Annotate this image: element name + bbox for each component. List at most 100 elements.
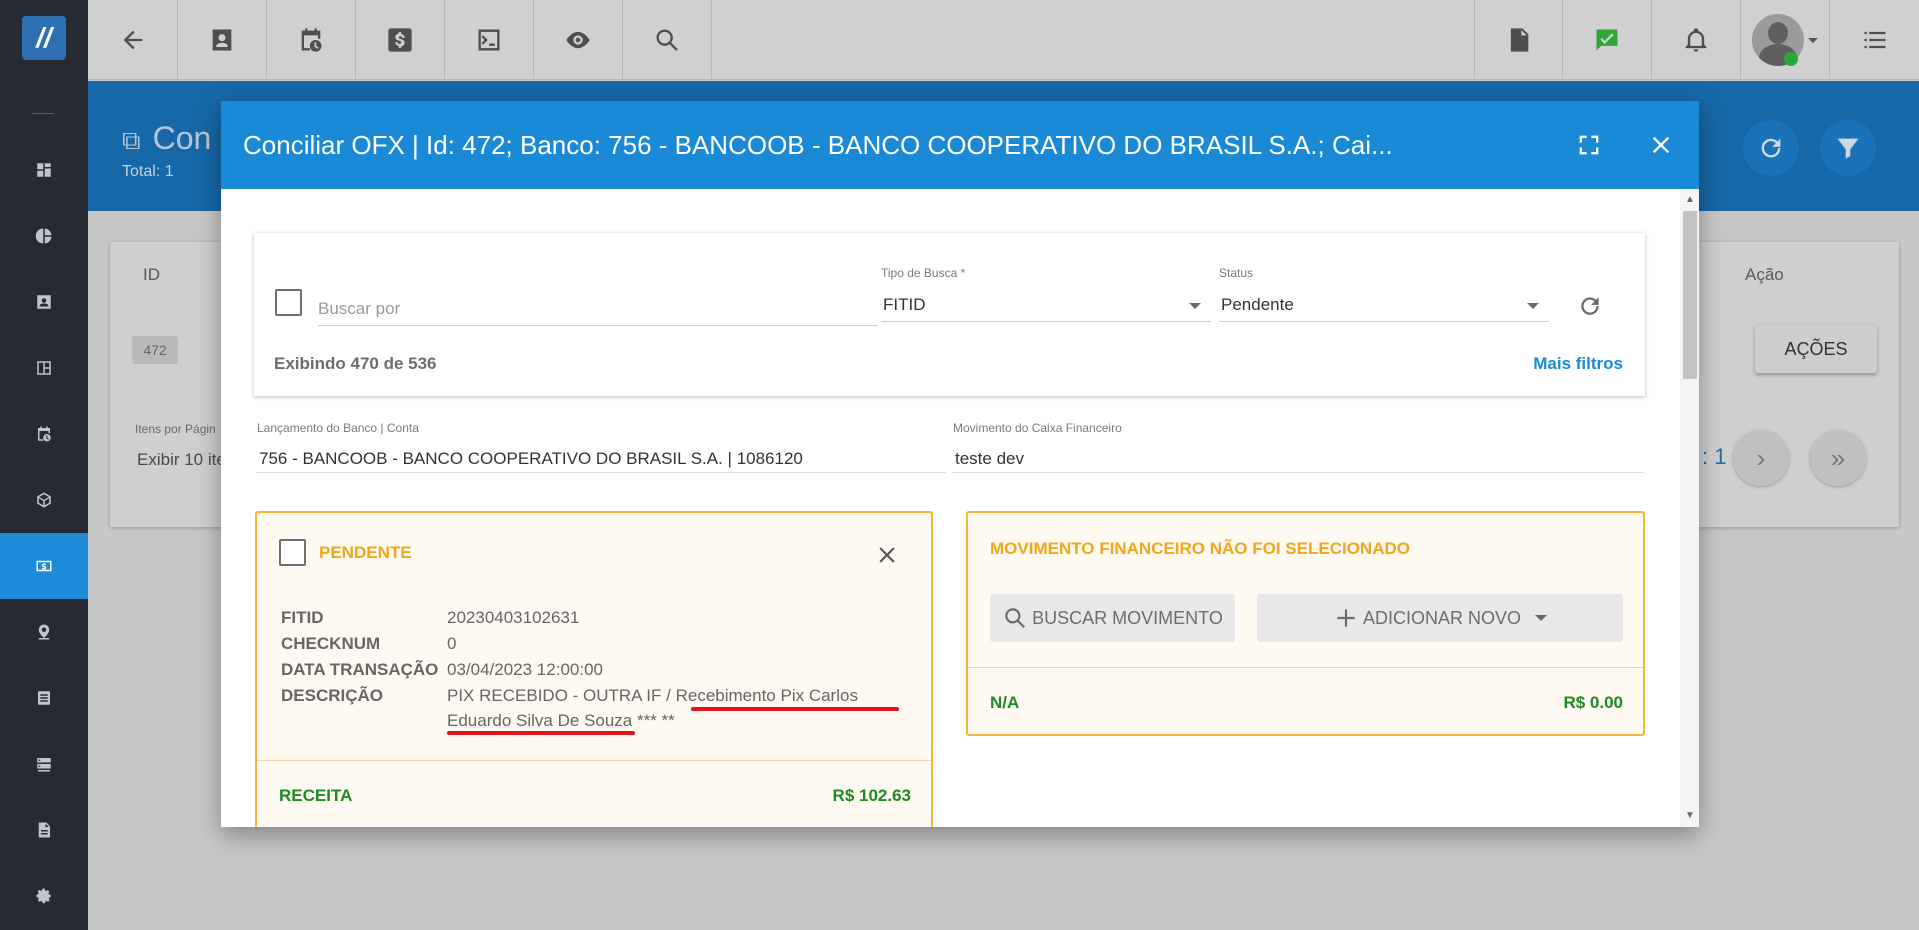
menu-list-icon [1864,31,1885,49]
transaction-type: RECEITA [279,786,353,805]
divider [968,667,1643,668]
sidebar-item-lists[interactable] [0,665,88,731]
sidebar-item-dashboard[interactable] [0,137,88,203]
sidebar-item-contacts[interactable] [0,269,88,335]
bell-button[interactable] [1652,0,1741,80]
adicionar-novo-button[interactable]: ADICIONAR NOVO [1257,594,1623,642]
schedule-button[interactable] [267,0,356,80]
sidebar-divider [32,113,54,114]
sidebar-item-schedule[interactable] [0,401,88,467]
more-filters-link[interactable]: Mais filtros [1533,354,1623,374]
transaction-checkbox[interactable] [279,539,306,566]
financial-button[interactable] [356,0,445,80]
last-page-button[interactable]: » [1810,430,1866,486]
close-icon [879,547,895,563]
terminal-button[interactable] [445,0,534,80]
status-label: Status [1219,266,1254,280]
view-button[interactable] [534,0,623,80]
plus-icon [1337,609,1355,627]
table-header-id: ID [143,265,160,284]
package-icon [37,492,51,508]
gear-icon [36,888,51,904]
sidebar-item-locations[interactable] [0,599,88,665]
fitid-value: 20230403102631 [447,608,580,627]
contact-icon [212,29,232,51]
search-icon [1005,608,1026,628]
refresh-icon [1761,138,1781,158]
sidebar-item-servers[interactable] [0,731,88,797]
app-logo[interactable]: // [22,16,66,60]
money-icon [36,560,52,572]
user-menu[interactable] [1741,0,1830,80]
notifications-check-button[interactable] [1563,0,1652,80]
pie-chart-icon [35,228,52,244]
calendar-clock-icon [38,426,51,442]
search-button[interactable] [623,0,712,80]
movement-card: MOVIMENTO FINANCEIRO NÃO FOI SELECIONADO… [966,511,1645,736]
fullscreen-icon [1579,135,1599,155]
movimento-caixa-label: Movimento do Caixa Financeiro [953,421,1122,435]
modal-title: Conciliar OFX | Id: 472; Banco: 756 - BA… [243,130,1393,160]
dollar-icon [388,28,412,52]
contacts-button[interactable] [178,0,267,80]
result-count: Exibindo 470 de 536 [274,354,437,373]
search-input[interactable] [318,293,878,326]
double-chevron-right-icon: » [1830,442,1846,473]
descricao-label: DESCRIÇÃO [281,686,384,705]
sidebar-item-reports[interactable] [0,203,88,269]
pdf-icon [1510,28,1528,52]
contact-card-icon [37,295,51,309]
transaction-close-button[interactable] [869,537,905,573]
eye-icon [566,31,590,49]
refresh-page-button[interactable] [1743,120,1799,176]
items-per-page-select[interactable]: Exibir 10 ite [137,450,226,470]
filter-button[interactable] [1820,120,1876,176]
modal-scrollbar-thumb[interactable] [1683,211,1697,379]
refresh-filter-button[interactable] [1572,288,1608,324]
back-button[interactable] [88,0,178,80]
fullscreen-button[interactable] [1569,125,1609,165]
board-icon [37,361,51,375]
tipo-busca-select[interactable]: FITID [881,289,1211,322]
movement-status-title: MOVIMENTO FINANCEIRO NÃO FOI SELECIONADO [990,539,1410,558]
next-page-button[interactable]: › [1733,430,1789,486]
sidebar-item-board[interactable] [0,335,88,401]
reconcile-icon: ⧉ [122,125,141,155]
online-status-dot [1784,52,1798,66]
sidebar-item-products[interactable] [0,467,88,533]
chevron-right-icon: › [1756,442,1766,473]
movimento-caixa-field: teste dev [952,441,1644,473]
bell-icon [1685,28,1707,52]
document-list-icon [38,691,50,705]
server-icon [37,758,51,772]
modal-close-button[interactable] [1641,125,1681,165]
chevron-down-icon [1808,37,1818,43]
scroll-up-arrow-icon[interactable]: ▲ [1684,195,1696,205]
filter-card: Tipo de Busca * FITID Status Pendente Ex… [254,233,1645,396]
items-per-page-label: Itens por Págin [135,422,216,436]
fitid-label: FITID [281,608,324,627]
acoes-button[interactable]: AÇÕES [1755,325,1877,373]
sidebar-item-settings[interactable] [0,863,88,929]
scroll-down-arrow-icon[interactable]: ▼ [1684,811,1696,821]
page-total: Total: 1 [122,163,174,180]
menu-button[interactable] [1830,0,1919,80]
select-all-checkbox[interactable] [275,289,302,316]
transaction-amount: R$ 102.63 [832,786,911,805]
dashboard-icon [37,163,51,177]
top-toolbar [88,0,1919,80]
movement-na: N/A [990,693,1020,712]
dropdown-caret-icon [1189,303,1201,309]
buscar-movimento-button[interactable]: BUSCAR MOVIMENTO [990,594,1235,642]
terminal-icon [478,29,500,51]
data-transacao-label: DATA TRANSAÇÃO [281,660,439,679]
pdf-button[interactable] [1474,0,1563,80]
annotation-underline [691,707,899,711]
row-id-chip: 472 [132,336,178,364]
data-transacao-value: 03/04/2023 12:00:00 [447,660,603,679]
status-select[interactable]: Pendente [1219,289,1549,322]
tipo-busca-label: Tipo de Busca * [881,266,966,280]
status-value: Pendente [1221,295,1294,314]
sidebar-item-financial[interactable] [0,533,88,599]
sidebar-item-documents[interactable] [0,797,88,863]
